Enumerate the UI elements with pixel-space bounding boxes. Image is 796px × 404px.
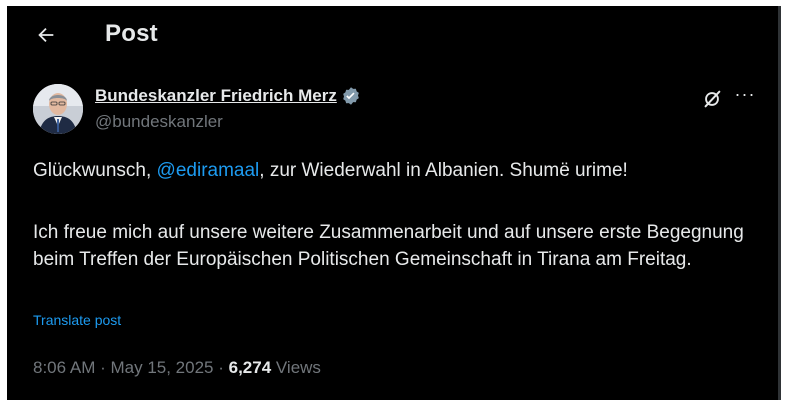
avatar-image bbox=[33, 84, 83, 134]
verified-badge-icon[interactable] bbox=[341, 86, 361, 106]
views-count[interactable]: 6,274 bbox=[229, 358, 272, 377]
top-bar: Post bbox=[7, 6, 778, 62]
page-title: Post bbox=[105, 20, 158, 47]
grok-icon[interactable] bbox=[701, 88, 723, 110]
post-text-paragraph-1: Glückwunsch, @ediramaal, zur Wiederwahl … bbox=[33, 157, 763, 184]
post-view: Post Bundeskanzler Friedrich Merz @bunde… bbox=[7, 6, 781, 400]
grok-icon-svg bbox=[704, 90, 721, 108]
author-handle[interactable]: @bundeskanzler bbox=[95, 112, 223, 132]
author-display-name[interactable]: Bundeskanzler Friedrich Merz bbox=[95, 86, 337, 106]
post-text-segment: , zur Wiederwahl in Albanien. Shumë urim… bbox=[259, 160, 628, 181]
column-divider bbox=[778, 6, 781, 400]
verified-badge-icon-svg bbox=[343, 87, 359, 105]
more-horizontal-icon[interactable]: ··· bbox=[732, 84, 758, 106]
arrow-left-icon[interactable] bbox=[32, 22, 60, 48]
post-date[interactable]: May 15, 2025 bbox=[110, 358, 213, 377]
post-text-segment: Glückwunsch, bbox=[33, 160, 157, 181]
post-meta: 8:06 AM · May 15, 2025 · 6,274 Views bbox=[33, 358, 321, 378]
arrow-left-icon-svg bbox=[38, 27, 54, 43]
post-text-paragraph-2: Ich freue mich auf unsere weitere Zusamm… bbox=[33, 222, 744, 270]
meta-separator: · bbox=[95, 358, 111, 377]
post-time[interactable]: 8:06 AM bbox=[33, 358, 95, 377]
translate-post-link[interactable]: Translate post bbox=[33, 312, 121, 328]
author-name-row: Bundeskanzler Friedrich Merz bbox=[95, 86, 361, 106]
views-label: Views bbox=[271, 358, 321, 377]
avatar[interactable] bbox=[33, 84, 83, 134]
mention-link[interactable]: @ediramaal bbox=[157, 160, 260, 181]
meta-separator: · bbox=[213, 358, 229, 377]
